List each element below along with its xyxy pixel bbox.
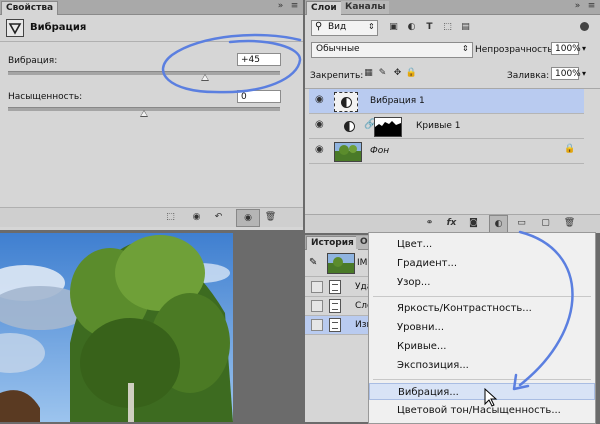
clip-to-layer-icon[interactable]: ⬚ [164, 211, 177, 224]
vibrance-label: Вибрация: [8, 56, 58, 66]
menu-item-solid-color[interactable]: Цвет... [369, 236, 595, 253]
reset-icon[interactable]: ↶ [212, 211, 225, 224]
chevron-down-icon: ⇕ [462, 44, 469, 53]
saturation-input[interactable]: 0 [237, 90, 281, 103]
layer-row-curves[interactable]: ◉ 🔗 Кривые 1 [309, 114, 584, 139]
chevron-down-icon: ⇕ [368, 22, 375, 31]
lock-position-icon[interactable]: ✥ [391, 67, 404, 80]
tab-channels[interactable]: Каналы [341, 1, 390, 14]
adjustment-thumb [334, 92, 358, 112]
history-snapshot[interactable]: ✎ IM [305, 250, 375, 277]
trash-icon[interactable]: 🗑 [563, 217, 576, 230]
search-icon: ⚲ [315, 21, 323, 32]
history-state-icon [329, 318, 341, 332]
history-state-icon [329, 299, 341, 313]
layer-row-background[interactable]: ◉ Фон 🔒 [309, 139, 584, 164]
chevron-down-icon[interactable]: ▾ [582, 44, 586, 53]
adjustment-menu: Цвет... Градиент... Узор... Яркость/Конт… [368, 232, 596, 424]
fill-input[interactable]: 100% [551, 67, 581, 80]
folder-icon[interactable]: ▭ [515, 217, 528, 230]
view-previous-icon[interactable]: ◉ [190, 211, 203, 224]
history-checkbox[interactable] [311, 300, 323, 312]
adjustment-icon[interactable]: ◐ [489, 215, 508, 233]
properties-panel: Свойства » ≡ Вибрация Вибрация: +45 Насы… [0, 0, 303, 230]
adjustment-layer-icon [344, 121, 355, 132]
layer-thumbnail [334, 142, 362, 162]
layer-name[interactable]: Кривые 1 [416, 121, 461, 131]
layer-name[interactable]: Вибрация 1 [370, 96, 425, 106]
mask-icon[interactable]: ◙ [467, 217, 480, 230]
mouse-cursor-icon [484, 388, 498, 407]
layers-footer: ⚭ fx ◙ ◐ ▭ ▢ 🗑 [305, 214, 600, 233]
layer-name[interactable]: Фон [370, 146, 389, 156]
properties-footer: ⬚ ◉ ↶ ◉ 🗑 [0, 207, 303, 227]
lock-icon: 🔒 [564, 144, 576, 154]
vibrance-slider-track[interactable] [8, 71, 280, 75]
blend-mode-value: Обычные [316, 44, 360, 54]
vibrance-input[interactable]: +45 [237, 53, 281, 66]
history-brush-icon: ✎ [309, 257, 318, 268]
delete-icon[interactable]: 🗑 [264, 211, 277, 224]
menu-separator [373, 379, 591, 380]
lock-transparent-icon[interactable]: ▦ [362, 67, 375, 80]
layer-mask-thumb [374, 117, 402, 137]
layer-filter-select[interactable]: ⚲ Вид ⇕ [311, 20, 378, 36]
canvas-photo [0, 233, 303, 422]
tab-layers[interactable]: Слои [306, 1, 342, 15]
menu-separator [373, 296, 591, 297]
new-layer-icon[interactable]: ▢ [539, 217, 552, 230]
menu-item-levels[interactable]: Уровни... [369, 319, 595, 336]
lock-label: Закрепить: [310, 71, 364, 81]
opacity-label: Непрозрачность: [475, 45, 556, 55]
tab-properties[interactable]: Свойства [1, 1, 59, 15]
eye-icon[interactable]: ◉ [315, 145, 327, 155]
eye-icon[interactable]: ◉ [315, 95, 327, 105]
vibrance-slider-thumb[interactable] [201, 74, 210, 81]
menu-item-brightness-contrast[interactable]: Яркость/Контрастность... [369, 300, 595, 317]
lock-image-icon[interactable]: ✎ [376, 67, 389, 80]
history-checkbox[interactable] [311, 281, 323, 293]
tab-history[interactable]: История [306, 236, 359, 250]
layer-filter-label: Вид [328, 22, 347, 32]
menu-item-curves[interactable]: Кривые... [369, 338, 595, 355]
layer-row-vibrance[interactable]: ◉ Вибрация 1 [309, 89, 584, 114]
history-item[interactable]: Изм [305, 316, 375, 335]
collapse-icon[interactable]: » [274, 0, 287, 13]
adjustment-layer-icon [341, 97, 352, 108]
history-item[interactable]: Сло [305, 297, 375, 316]
filter-adjustment-icon[interactable]: ◐ [405, 21, 418, 34]
opacity-input[interactable]: 100% [551, 42, 581, 55]
filter-shape-icon[interactable]: ⬚ [441, 21, 454, 34]
snapshot-thumbnail [327, 253, 355, 274]
panel-menu-icon[interactable]: ≡ [288, 0, 301, 13]
chevron-down-icon[interactable]: ▾ [582, 69, 586, 78]
saturation-slider-thumb[interactable] [140, 110, 148, 117]
filter-type-icon[interactable]: T [423, 21, 436, 34]
eye-icon[interactable]: ◉ [315, 120, 327, 130]
fx-icon[interactable]: fx [445, 217, 458, 230]
lock-all-icon[interactable]: 🔒 [405, 67, 418, 80]
fill-label: Заливка: [507, 71, 550, 81]
menu-item-exposure[interactable]: Экспозиция... [369, 357, 595, 374]
menu-item-gradient[interactable]: Градиент... [369, 255, 595, 272]
snapshot-label: IM [357, 258, 368, 268]
filter-smart-object-icon[interactable]: ▤ [459, 21, 472, 34]
panel-menu-icon[interactable]: ≡ [585, 0, 598, 13]
filter-pixel-icon[interactable]: ▣ [387, 21, 400, 34]
menu-item-hue-saturation[interactable]: Цветовой тон/Насыщенность... [369, 402, 595, 419]
filter-toggle[interactable] [580, 22, 589, 31]
visibility-icon[interactable]: ◉ [236, 209, 260, 227]
history-checkbox[interactable] [311, 319, 323, 331]
menu-item-pattern[interactable]: Узор... [369, 274, 595, 291]
properties-title: Вибрация [30, 22, 87, 33]
properties-header: Вибрация [0, 15, 303, 42]
collapse-icon[interactable]: » [571, 0, 584, 13]
history-state-icon [329, 280, 341, 294]
history-item[interactable]: Уда [305, 278, 375, 297]
link-icon[interactable]: ⚭ [423, 217, 436, 230]
menu-item-vibrance[interactable]: Вибрация... [369, 383, 595, 400]
vibrance-adjustment-icon [6, 19, 24, 37]
saturation-label: Насыщенность: [8, 92, 83, 102]
blend-mode-select[interactable]: Обычные ⇕ [311, 42, 473, 58]
